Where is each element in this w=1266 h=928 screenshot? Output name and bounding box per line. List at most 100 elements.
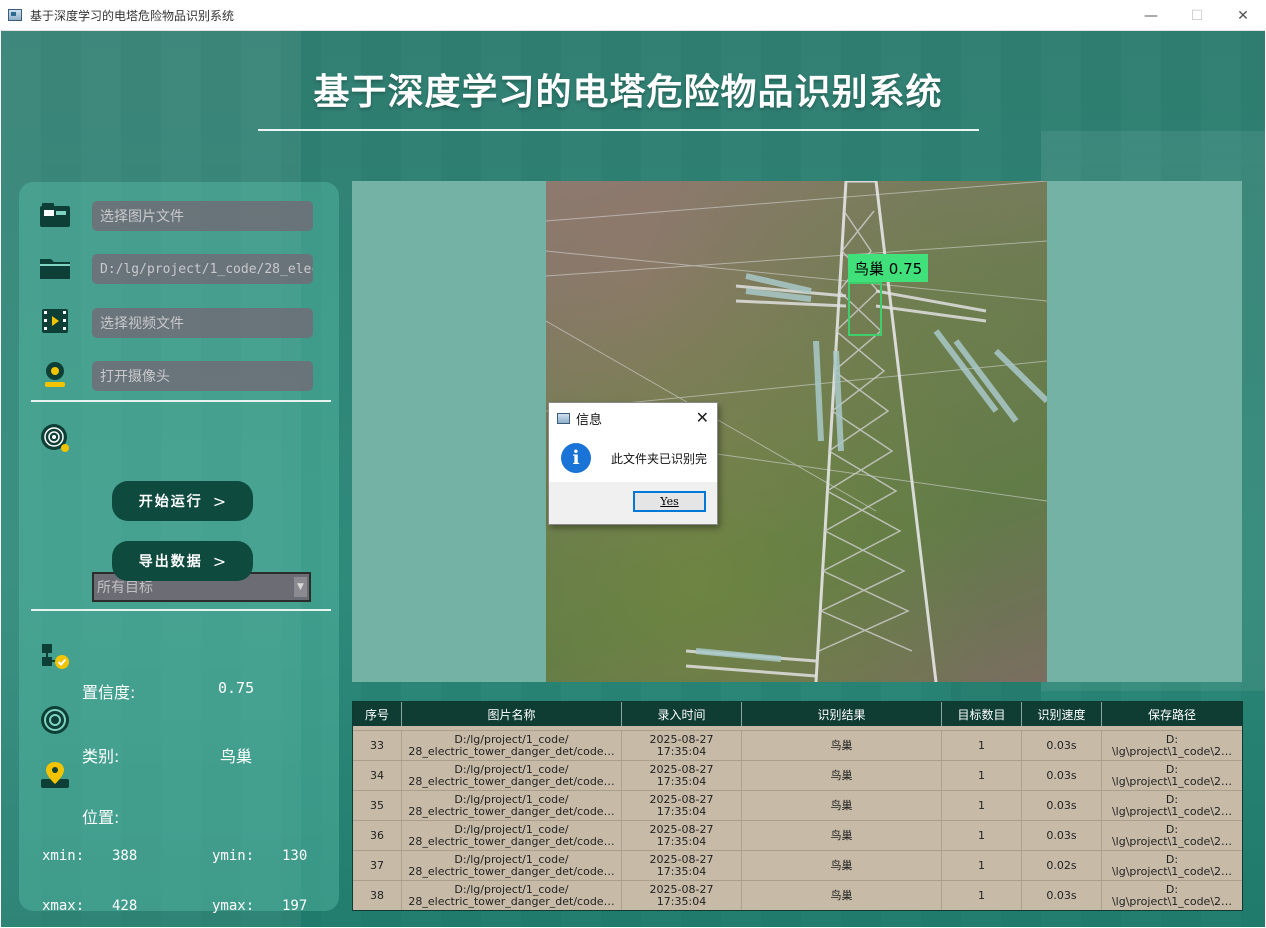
dialog-body: i 此文件夹已识别完	[549, 433, 717, 483]
cell-image-name: D:/lg/project/1_code/ 28_electric_tower_…	[402, 881, 622, 910]
cell-result: 鸟巢	[742, 851, 942, 880]
cell-save-path: D: \lg\project\1_code\2…	[1111, 822, 1233, 848]
dialog-footer: Yes	[549, 482, 717, 524]
close-button[interactable]: ✕	[1220, 0, 1266, 31]
maximize-button[interactable]: ☐	[1174, 0, 1220, 31]
cell-time: 2025-08-27 17:35:04	[622, 851, 742, 880]
cell-result: 鸟巢	[742, 791, 942, 820]
cell-count: 1	[942, 731, 1022, 760]
confidence-label: 置信度:	[82, 683, 136, 702]
cell-image-name: D:/lg/project/1_code/ 28_electric_tower_…	[402, 731, 622, 760]
dialog-titlebar: 信息 ✕	[549, 403, 717, 433]
close-icon[interactable]: ✕	[696, 408, 709, 427]
camera-input[interactable]: 打开摄像头	[92, 361, 313, 391]
column-header-speed[interactable]: 识别速度	[1022, 702, 1102, 726]
image-file-input[interactable]: 选择图片文件	[92, 201, 313, 231]
ymin-label: ymin:	[212, 848, 255, 864]
cell-speed: 0.03s	[1022, 881, 1102, 910]
minimize-button[interactable]: —	[1128, 0, 1174, 31]
chevron-right-icon: >	[212, 491, 227, 511]
cell-result: 鸟巢	[742, 761, 942, 790]
cell-index: 37	[353, 851, 402, 880]
cell-save-path: D: \lg\project\1_code\2…	[1111, 732, 1233, 758]
cell-result: 鸟巢	[742, 881, 942, 910]
folder-path-input[interactable]: D:/lg/project/1_code/28_electric_tower_d…	[92, 254, 313, 284]
cell-time: 2025-08-27 17:35:04	[622, 761, 742, 790]
panel-divider	[31, 609, 331, 611]
cell-speed: 0.02s	[1022, 851, 1102, 880]
cell-result: 鸟巢	[742, 731, 942, 760]
cell-save-path: D: \lg\project\1_code\2…	[1111, 762, 1233, 788]
category-value: 鸟巢	[220, 747, 253, 766]
cell-save-path: D: \lg\project\1_code\2…	[1111, 852, 1233, 878]
column-header-image-name[interactable]: 图片名称	[402, 702, 622, 726]
start-button[interactable]: 开始运行 >	[112, 481, 253, 521]
table-row[interactable]: 37 D:/lg/project/1_code/ 28_electric_towe…	[353, 850, 1242, 880]
results-table[interactable]: 序号 图片名称 录入时间 识别结果 目标数目 识别速度 保存路径 33 D:/lg…	[352, 701, 1243, 911]
cell-count: 1	[942, 851, 1022, 880]
export-button-label: 导出数据	[138, 554, 203, 570]
column-header-save-path[interactable]: 保存路径	[1102, 702, 1242, 726]
location-pin-icon	[39, 760, 71, 790]
video-file-input[interactable]: 选择视频文件	[92, 308, 313, 338]
image-display: 鸟巢 0.75	[352, 181, 1242, 682]
dialog-message: 此文件夹已识别完	[611, 451, 708, 466]
target-icon	[39, 423, 71, 453]
table-row[interactable]: 34 D:/lg/project/1_code/ 28_electric_towe…	[353, 760, 1242, 790]
column-header-time[interactable]: 录入时间	[622, 702, 742, 726]
chevron-down-icon[interactable]: ▼	[294, 577, 307, 597]
xmin-value: 388	[112, 848, 138, 864]
chevron-right-icon: >	[212, 551, 227, 571]
category-label: 类别:	[82, 747, 120, 766]
table-row[interactable]: 35 D:/lg/project/1_code/ 28_electric_towe…	[353, 790, 1242, 820]
cell-save-path: D: \lg\project\1_code\2…	[1111, 882, 1233, 908]
cell-time: 2025-08-27 17:35:04	[622, 731, 742, 760]
detection-bounding-box	[848, 282, 882, 336]
ymax-value: 197	[282, 898, 308, 914]
dialog-title: 信息	[576, 412, 603, 428]
xmin-label: xmin:	[42, 848, 85, 864]
cell-speed: 0.03s	[1022, 791, 1102, 820]
panel-divider	[31, 400, 331, 402]
cell-index: 33	[353, 731, 402, 760]
table-row[interactable]: 33 D:/lg/project/1_code/ 28_electric_towe…	[353, 730, 1242, 760]
confidence-icon	[39, 642, 71, 672]
cell-speed: 0.03s	[1022, 761, 1102, 790]
open-image-icon[interactable]	[39, 200, 71, 230]
start-button-label: 开始运行	[138, 494, 203, 510]
cell-result: 鸟巢	[742, 821, 942, 850]
title-underline	[258, 129, 979, 131]
table-row[interactable]: 36 D:/lg/project/1_code/ 28_electric_towe…	[353, 820, 1242, 850]
position-label: 位置:	[82, 808, 120, 827]
cell-image-name: D:/lg/project/1_code/ 28_electric_tower_…	[402, 761, 622, 790]
info-icon: i	[561, 443, 591, 473]
xmax-label: xmax:	[42, 898, 85, 914]
yes-button[interactable]: Yes	[633, 491, 706, 512]
cell-count: 1	[942, 821, 1022, 850]
cell-time: 2025-08-27 17:35:04	[622, 821, 742, 850]
column-header-count[interactable]: 目标数目	[942, 702, 1022, 726]
cell-image-name: D:/lg/project/1_code/ 28_electric_tower_…	[402, 791, 622, 820]
window-title: 基于深度学习的电塔危险物品识别系统	[30, 8, 235, 23]
cell-speed: 0.03s	[1022, 821, 1102, 850]
folder-icon[interactable]	[39, 252, 71, 282]
camera-icon[interactable]	[39, 359, 71, 389]
cell-time: 2025-08-27 17:35:04	[622, 791, 742, 820]
ymin-value: 130	[282, 848, 308, 864]
cell-index: 34	[353, 761, 402, 790]
video-icon[interactable]	[39, 306, 71, 336]
export-button[interactable]: 导出数据 >	[112, 541, 253, 581]
confidence-value: 0.75	[218, 679, 255, 697]
cell-save-path: D: \lg\project\1_code\2…	[1111, 792, 1233, 818]
column-header-index[interactable]: 序号	[353, 702, 402, 726]
info-dialog: 信息 ✕ i 此文件夹已识别完 Yes	[548, 402, 718, 525]
cell-count: 1	[942, 881, 1022, 910]
table-row[interactable]: 38 D:/lg/project/1_code/ 28_electric_towe…	[353, 880, 1242, 910]
dialog-app-icon	[557, 412, 570, 424]
cell-index: 36	[353, 821, 402, 850]
cell-index: 35	[353, 791, 402, 820]
cell-time: 2025-08-27 17:35:04	[622, 881, 742, 910]
table-body: 33 D:/lg/project/1_code/ 28_electric_towe…	[353, 730, 1242, 910]
window-titlebar: 基于深度学习的电塔危险物品识别系统 — ☐ ✕	[0, 0, 1266, 31]
column-header-result[interactable]: 识别结果	[742, 702, 942, 726]
